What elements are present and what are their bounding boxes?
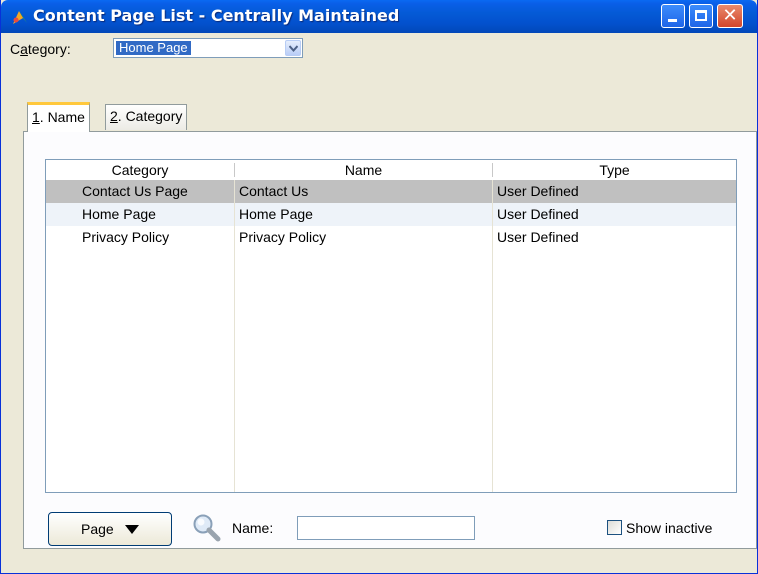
close-button[interactable]: ✕ (717, 4, 743, 28)
column-gridline (234, 180, 235, 492)
page-button-label: Page (81, 521, 114, 537)
cell-type: User Defined (497, 229, 579, 245)
category-select[interactable]: Home Page (113, 38, 303, 58)
table-row[interactable]: Home Page Home Page User Defined (46, 203, 736, 226)
grid-header: Category Name Type (46, 160, 736, 180)
cell-type: User Defined (497, 206, 579, 222)
maximize-icon (695, 10, 707, 21)
cell-type: User Defined (497, 183, 579, 199)
cell-name: Privacy Policy (239, 229, 327, 245)
page-menu-button[interactable]: Page (48, 512, 172, 546)
content-page-list-window: Content Page List - Centrally Maintained… (0, 0, 758, 574)
show-inactive-label[interactable]: Show inactive (626, 520, 712, 536)
category-select-value: Home Page (116, 41, 191, 55)
table-row[interactable]: Privacy Policy Privacy Policy User Defin… (46, 226, 736, 249)
column-header-type[interactable]: Type (493, 162, 736, 178)
show-inactive-checkbox[interactable] (607, 520, 622, 535)
content-page-grid[interactable]: Category Name Type Contact Us Page Conta… (45, 159, 737, 493)
search-icon[interactable] (191, 512, 223, 544)
close-icon: ✕ (722, 5, 738, 26)
cell-category: Home Page (82, 206, 156, 222)
cell-category: Privacy Policy (82, 229, 170, 245)
name-filter-input[interactable] (297, 516, 475, 540)
cell-name: Contact Us (239, 183, 309, 199)
column-gridline (492, 180, 493, 492)
cell-name: Home Page (239, 206, 313, 222)
title-bar[interactable]: Content Page List - Centrally Maintained… (1, 0, 757, 33)
chevron-down-icon (289, 45, 298, 52)
dropdown-arrow-icon (125, 525, 139, 534)
name-filter-label: Name: (232, 520, 274, 536)
maximize-button[interactable] (689, 4, 713, 28)
minimize-button[interactable] (661, 4, 685, 28)
minimize-icon (668, 19, 677, 22)
column-header-category[interactable]: Category (46, 162, 234, 178)
tab-category[interactable]: 2. Category (105, 104, 188, 130)
window-title: Content Page List - Centrally Maintained (33, 6, 400, 25)
tab-name[interactable]: 1. Name (27, 102, 90, 132)
column-header-name[interactable]: Name (235, 162, 492, 178)
category-dropdown-button[interactable] (285, 40, 301, 56)
category-label: Category: (10, 41, 71, 57)
cell-category: Contact Us Page (82, 183, 188, 199)
app-icon (13, 11, 27, 24)
table-row[interactable]: Contact Us Page Contact Us User Defined (46, 180, 736, 203)
